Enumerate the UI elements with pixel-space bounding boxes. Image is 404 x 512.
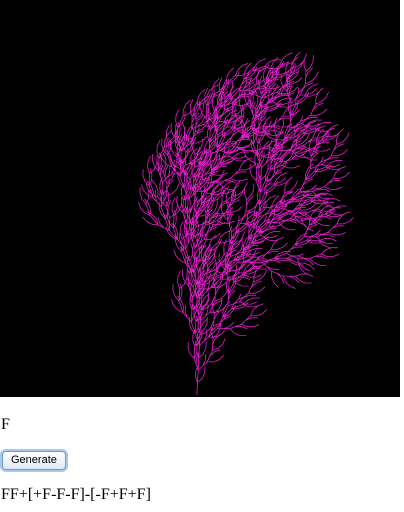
generate-button[interactable]: Generate (2, 451, 66, 470)
axiom-text: F (1, 416, 10, 433)
rule-text: FF+[+F-F-F]-[-F+F+F] (1, 486, 151, 503)
plant-branches (138, 51, 354, 396)
lsystem-tree (138, 51, 354, 396)
lsystem-canvas (0, 0, 400, 397)
